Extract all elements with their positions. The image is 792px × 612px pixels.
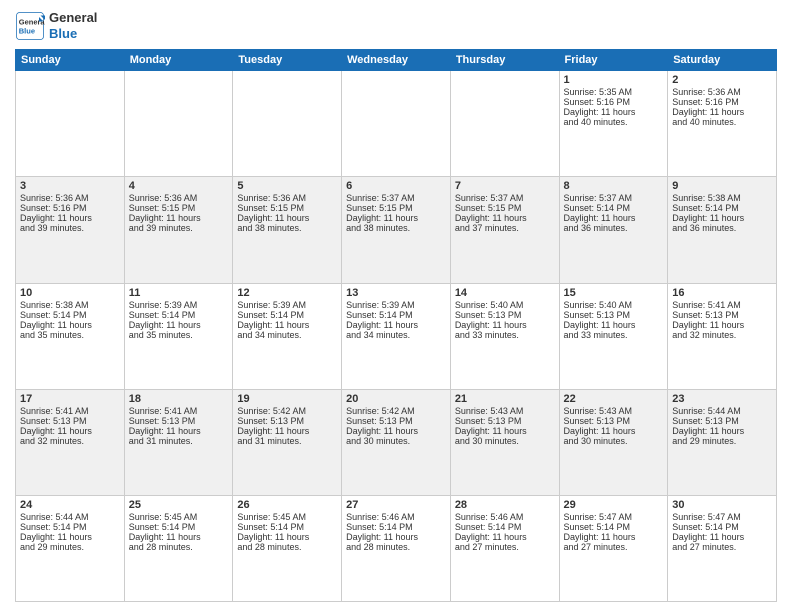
day-number: 27 bbox=[346, 499, 446, 511]
calendar-cell: 4Sunrise: 5:36 AMSunset: 5:15 PMDaylight… bbox=[124, 177, 233, 283]
logo-text: General Blue bbox=[49, 10, 97, 41]
calendar-cell: 9Sunrise: 5:38 AMSunset: 5:14 PMDaylight… bbox=[668, 177, 777, 283]
day-number: 26 bbox=[237, 499, 337, 511]
calendar-header-saturday: Saturday bbox=[668, 50, 777, 71]
calendar-header-wednesday: Wednesday bbox=[342, 50, 451, 71]
calendar-header-thursday: Thursday bbox=[450, 50, 559, 71]
calendar-cell: 23Sunrise: 5:44 AMSunset: 5:13 PMDayligh… bbox=[668, 389, 777, 495]
calendar-header-row: SundayMondayTuesdayWednesdayThursdayFrid… bbox=[16, 50, 777, 71]
calendar-cell: 19Sunrise: 5:42 AMSunset: 5:13 PMDayligh… bbox=[233, 389, 342, 495]
calendar-cell: 5Sunrise: 5:36 AMSunset: 5:15 PMDaylight… bbox=[233, 177, 342, 283]
day-number: 6 bbox=[346, 180, 446, 192]
day-number: 20 bbox=[346, 393, 446, 405]
day-number: 2 bbox=[672, 74, 772, 86]
day-number: 5 bbox=[237, 180, 337, 192]
page: General Blue General Blue SundayMondayTu… bbox=[0, 0, 792, 612]
calendar-cell: 12Sunrise: 5:39 AMSunset: 5:14 PMDayligh… bbox=[233, 283, 342, 389]
day-number: 15 bbox=[564, 287, 664, 299]
day-number: 11 bbox=[129, 287, 229, 299]
calendar-body: 1Sunrise: 5:35 AMSunset: 5:16 PMDaylight… bbox=[16, 71, 777, 602]
day-number: 4 bbox=[129, 180, 229, 192]
calendar-header-friday: Friday bbox=[559, 50, 668, 71]
calendar-cell: 3Sunrise: 5:36 AMSunset: 5:16 PMDaylight… bbox=[16, 177, 125, 283]
svg-text:General: General bbox=[19, 17, 45, 26]
day-number: 30 bbox=[672, 499, 772, 511]
calendar-cell: 24Sunrise: 5:44 AMSunset: 5:14 PMDayligh… bbox=[16, 495, 125, 601]
day-number: 28 bbox=[455, 499, 555, 511]
calendar-cell: 2Sunrise: 5:36 AMSunset: 5:16 PMDaylight… bbox=[668, 71, 777, 177]
day-number: 24 bbox=[20, 499, 120, 511]
calendar-cell: 25Sunrise: 5:45 AMSunset: 5:14 PMDayligh… bbox=[124, 495, 233, 601]
calendar-header-tuesday: Tuesday bbox=[233, 50, 342, 71]
day-number: 10 bbox=[20, 287, 120, 299]
calendar-cell: 21Sunrise: 5:43 AMSunset: 5:13 PMDayligh… bbox=[450, 389, 559, 495]
day-number: 9 bbox=[672, 180, 772, 192]
day-number: 14 bbox=[455, 287, 555, 299]
calendar-cell: 29Sunrise: 5:47 AMSunset: 5:14 PMDayligh… bbox=[559, 495, 668, 601]
day-number: 13 bbox=[346, 287, 446, 299]
calendar-cell: 15Sunrise: 5:40 AMSunset: 5:13 PMDayligh… bbox=[559, 283, 668, 389]
header: General Blue General Blue bbox=[15, 10, 777, 41]
day-number: 7 bbox=[455, 180, 555, 192]
calendar-header-monday: Monday bbox=[124, 50, 233, 71]
day-number: 23 bbox=[672, 393, 772, 405]
calendar-cell: 16Sunrise: 5:41 AMSunset: 5:13 PMDayligh… bbox=[668, 283, 777, 389]
calendar-cell: 7Sunrise: 5:37 AMSunset: 5:15 PMDaylight… bbox=[450, 177, 559, 283]
calendar-cell bbox=[450, 71, 559, 177]
calendar-cell: 27Sunrise: 5:46 AMSunset: 5:14 PMDayligh… bbox=[342, 495, 451, 601]
calendar-cell: 6Sunrise: 5:37 AMSunset: 5:15 PMDaylight… bbox=[342, 177, 451, 283]
day-number: 17 bbox=[20, 393, 120, 405]
calendar-week-row: 10Sunrise: 5:38 AMSunset: 5:14 PMDayligh… bbox=[16, 283, 777, 389]
day-number: 8 bbox=[564, 180, 664, 192]
calendar-cell: 8Sunrise: 5:37 AMSunset: 5:14 PMDaylight… bbox=[559, 177, 668, 283]
day-number: 1 bbox=[564, 74, 664, 86]
calendar-cell: 14Sunrise: 5:40 AMSunset: 5:13 PMDayligh… bbox=[450, 283, 559, 389]
calendar-cell: 11Sunrise: 5:39 AMSunset: 5:14 PMDayligh… bbox=[124, 283, 233, 389]
calendar-cell bbox=[16, 71, 125, 177]
svg-text:Blue: Blue bbox=[19, 26, 35, 35]
day-number: 18 bbox=[129, 393, 229, 405]
calendar-cell: 28Sunrise: 5:46 AMSunset: 5:14 PMDayligh… bbox=[450, 495, 559, 601]
calendar-week-row: 1Sunrise: 5:35 AMSunset: 5:16 PMDaylight… bbox=[16, 71, 777, 177]
calendar-cell: 20Sunrise: 5:42 AMSunset: 5:13 PMDayligh… bbox=[342, 389, 451, 495]
day-number: 22 bbox=[564, 393, 664, 405]
logo-icon: General Blue bbox=[15, 11, 45, 41]
day-number: 16 bbox=[672, 287, 772, 299]
day-number: 29 bbox=[564, 499, 664, 511]
calendar-cell: 13Sunrise: 5:39 AMSunset: 5:14 PMDayligh… bbox=[342, 283, 451, 389]
calendar-week-row: 17Sunrise: 5:41 AMSunset: 5:13 PMDayligh… bbox=[16, 389, 777, 495]
calendar-cell bbox=[233, 71, 342, 177]
calendar-cell: 1Sunrise: 5:35 AMSunset: 5:16 PMDaylight… bbox=[559, 71, 668, 177]
day-number: 3 bbox=[20, 180, 120, 192]
day-number: 25 bbox=[129, 499, 229, 511]
calendar-table: SundayMondayTuesdayWednesdayThursdayFrid… bbox=[15, 49, 777, 602]
day-number: 12 bbox=[237, 287, 337, 299]
calendar-week-row: 24Sunrise: 5:44 AMSunset: 5:14 PMDayligh… bbox=[16, 495, 777, 601]
calendar-cell: 17Sunrise: 5:41 AMSunset: 5:13 PMDayligh… bbox=[16, 389, 125, 495]
calendar-cell bbox=[342, 71, 451, 177]
day-number: 21 bbox=[455, 393, 555, 405]
calendar-week-row: 3Sunrise: 5:36 AMSunset: 5:16 PMDaylight… bbox=[16, 177, 777, 283]
calendar-cell: 22Sunrise: 5:43 AMSunset: 5:13 PMDayligh… bbox=[559, 389, 668, 495]
calendar-cell: 30Sunrise: 5:47 AMSunset: 5:14 PMDayligh… bbox=[668, 495, 777, 601]
logo: General Blue General Blue bbox=[15, 10, 97, 41]
day-number: 19 bbox=[237, 393, 337, 405]
calendar-cell: 10Sunrise: 5:38 AMSunset: 5:14 PMDayligh… bbox=[16, 283, 125, 389]
calendar-header-sunday: Sunday bbox=[16, 50, 125, 71]
calendar-cell: 26Sunrise: 5:45 AMSunset: 5:14 PMDayligh… bbox=[233, 495, 342, 601]
calendar-cell: 18Sunrise: 5:41 AMSunset: 5:13 PMDayligh… bbox=[124, 389, 233, 495]
calendar-cell bbox=[124, 71, 233, 177]
